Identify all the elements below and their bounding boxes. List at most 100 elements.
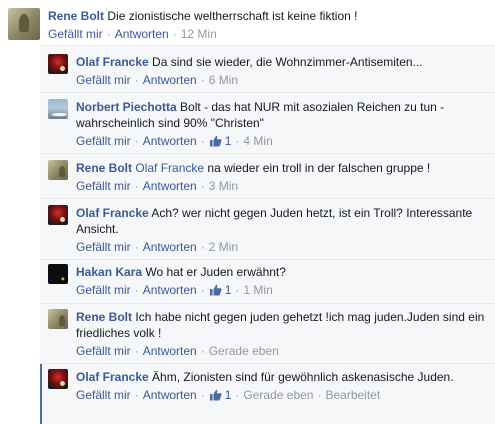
avatar-image [60,217,65,222]
reply-author[interactable]: Hakan Kara [76,265,142,279]
separator-dot: · [200,73,205,87]
avatar[interactable] [48,160,68,180]
separator-dot: · [235,283,240,297]
reply-body: Olaf Francke Da sind sie wieder, die Woh… [76,54,486,88]
reply-divider [40,92,495,93]
avatar-image [59,315,66,327]
reply-actions: Gefällt mir · Antworten · 2 Min [76,239,486,255]
timestamp[interactable]: 4 Min [243,134,272,148]
like-button[interactable]: Gefällt mir [76,283,131,297]
avatar-image [61,277,65,281]
comment-author[interactable]: Rene Bolt [48,9,104,23]
reply-button[interactable]: Antworten [143,344,197,358]
like-button[interactable]: Gefällt mir [76,344,131,358]
reply-author[interactable]: Rene Bolt [76,310,132,324]
separator-dot: · [200,388,205,402]
separator-dot: · [134,73,139,87]
reply-body: Rene Bolt Ich habe nicht gegen juden geh… [76,309,486,359]
like-button[interactable]: Gefällt mir [76,240,131,254]
avatar[interactable] [48,369,68,389]
edited-label[interactable]: Bearbeitet [325,388,380,402]
reply-button[interactable]: Antworten [143,179,197,193]
timestamp[interactable]: Gerade eben [243,388,313,402]
avatar[interactable] [48,99,68,119]
separator-dot: · [134,134,139,148]
separator-dot: · [134,388,139,402]
reply-author[interactable]: Olaf Francke [76,370,149,384]
timestamp[interactable]: 3 Min [209,179,238,193]
avatar[interactable] [48,54,68,74]
reply-button[interactable]: Antworten [143,240,197,254]
separator-dot: · [134,240,139,254]
reply-body: Rene Bolt Olaf Francke na wieder ein tro… [76,160,486,194]
separator-dot: · [134,179,139,193]
like-button[interactable]: Gefällt mir [48,27,103,41]
thumbs-up-icon [209,284,222,296]
like-button[interactable]: Gefällt mir [76,73,131,87]
like-count[interactable]: 1 [209,283,231,297]
like-button[interactable]: Gefällt mir [76,134,131,148]
reply-actions: Gefällt mir · Antworten · Gerade eben [76,343,486,359]
separator-dot: · [200,344,205,358]
reply-actions: Gefällt mir · Antworten · 1 · 4 Min [76,133,486,149]
thumbs-up-icon [209,135,222,147]
reply-body: Hakan Kara Wo hat er Juden erwähnt? Gefä… [76,264,486,298]
reply-button[interactable]: Antworten [143,283,197,297]
like-button[interactable]: Gefällt mir [76,388,131,402]
avatar[interactable] [8,8,40,40]
separator-dot: · [200,134,205,148]
timestamp[interactable]: Gerade eben [209,344,279,358]
reply-author[interactable]: Olaf Francke [76,206,149,220]
separator-dot: · [317,388,322,402]
comment-text: Die zionistische weltherrschaft ist kein… [107,9,358,23]
like-button[interactable]: Gefällt mir [76,179,131,193]
reply-author[interactable]: Olaf Francke [76,55,149,69]
reply-divider [40,259,495,260]
separator-dot: · [172,27,177,41]
separator-dot: · [235,388,240,402]
avatar[interactable] [48,264,68,284]
separator-dot: · [134,344,139,358]
avatar[interactable] [48,309,68,329]
reply-divider [40,303,495,304]
reply-actions: Gefällt mir · Antworten · 1 · Gerade eben · Bear… [76,387,486,403]
comment-body: Rene Bolt Die zionistische weltherrschaf… [48,8,488,42]
reply-text: Ich habe nicht gegen juden gehetzt !ich … [76,310,485,340]
reply-divider [40,153,495,154]
timestamp[interactable]: 12 Min [181,27,217,41]
avatar-image [52,113,67,117]
reply-text: Ähm, Zionisten sind für gewöhnlich asken… [152,370,454,384]
separator-dot: · [106,27,111,41]
avatar-image [60,381,65,386]
timestamp[interactable]: 2 Min [209,240,238,254]
comment-actions: Gefällt mir · Antworten · 12 Min [48,26,488,42]
reply-body: Olaf Francke Ach? wer nicht gegen Juden … [76,205,486,255]
reply-button[interactable]: Antworten [115,27,169,41]
avatar[interactable] [48,205,68,225]
like-count[interactable]: 1 [209,134,231,148]
separator-dot: · [200,179,205,193]
reply-divider [40,198,495,199]
thumbs-up-icon [209,389,222,401]
separator-dot: · [200,283,205,297]
reply-actions: Gefällt mir · Antworten · 3 Min [76,178,486,194]
mention-link[interactable]: Olaf Francke [135,161,204,175]
timestamp[interactable]: 1 Min [243,283,272,297]
reply-author[interactable]: Rene Bolt [76,161,132,175]
reply-divider [40,363,495,364]
reply-button[interactable]: Antworten [143,73,197,87]
reply-actions: Gefällt mir · Antworten · 6 Min [76,72,486,88]
separator-dot: · [235,134,240,148]
avatar-image [19,14,29,32]
timestamp[interactable]: 6 Min [209,73,238,87]
like-count[interactable]: 1 [209,388,231,402]
reply-body: Olaf Francke Ähm, Zionisten sind für gew… [76,369,486,403]
reply-text: na wieder ein troll in der falschen grup… [207,161,431,175]
reply-author[interactable]: Norbert Piechotta [76,100,177,114]
reply-body: Norbert Piechotta Bolt - das hat NUR mit… [76,99,486,149]
active-reply-indicator [40,364,42,424]
reply-button[interactable]: Antworten [143,388,197,402]
avatar-image [60,66,65,71]
separator-dot: · [134,283,139,297]
reply-button[interactable]: Antworten [143,134,197,148]
